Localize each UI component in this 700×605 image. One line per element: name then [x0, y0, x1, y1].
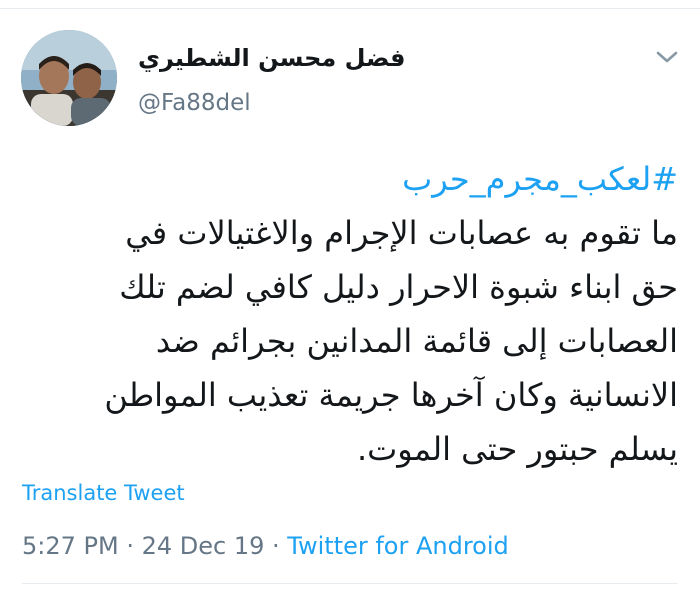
hashtag-link[interactable]: #لعكب_مجرم_حرب [22, 152, 678, 206]
top-divider [0, 8, 700, 9]
tweet-body: #لعكب_مجرم_حرب ما تقوم به عصابات الإجرام… [22, 152, 678, 476]
tweet-line: يسلم حبتور حتى الموت. [356, 430, 678, 468]
avatar[interactable] [21, 30, 117, 126]
tweet-meta: 5:27 PM · 24 Dec 19 · Twitter for Androi… [22, 532, 509, 560]
bottom-divider [22, 583, 678, 584]
author-display-name[interactable]: فضل محسن الشطيري [138, 44, 405, 72]
tweet-line: الانسانية وكان آخرها جريمة تعذيب المواطن [104, 376, 678, 414]
author-handle[interactable]: @Fa88del [138, 90, 251, 116]
meta-separator: · [264, 532, 288, 560]
chevron-down-icon[interactable] [654, 48, 680, 66]
tweet-date: 24 Dec 19 [141, 532, 265, 560]
profile-photo-icon [21, 30, 117, 126]
tweet-line: العصابات إلى قائمة المدانين بجرائم ضد [155, 322, 678, 360]
tweet-source-link[interactable]: Twitter for Android [287, 532, 508, 560]
tweet-time: 5:27 PM [22, 532, 119, 560]
translate-tweet-link[interactable]: Translate Tweet [22, 481, 185, 505]
meta-separator: · [118, 532, 142, 560]
tweet-line: حق ابناء شبوة الاحرار دليل كافي لضم تلك [119, 268, 678, 306]
tweet-line: ما تقوم به عصابات الإجرام والاغتيالات في [125, 214, 678, 252]
